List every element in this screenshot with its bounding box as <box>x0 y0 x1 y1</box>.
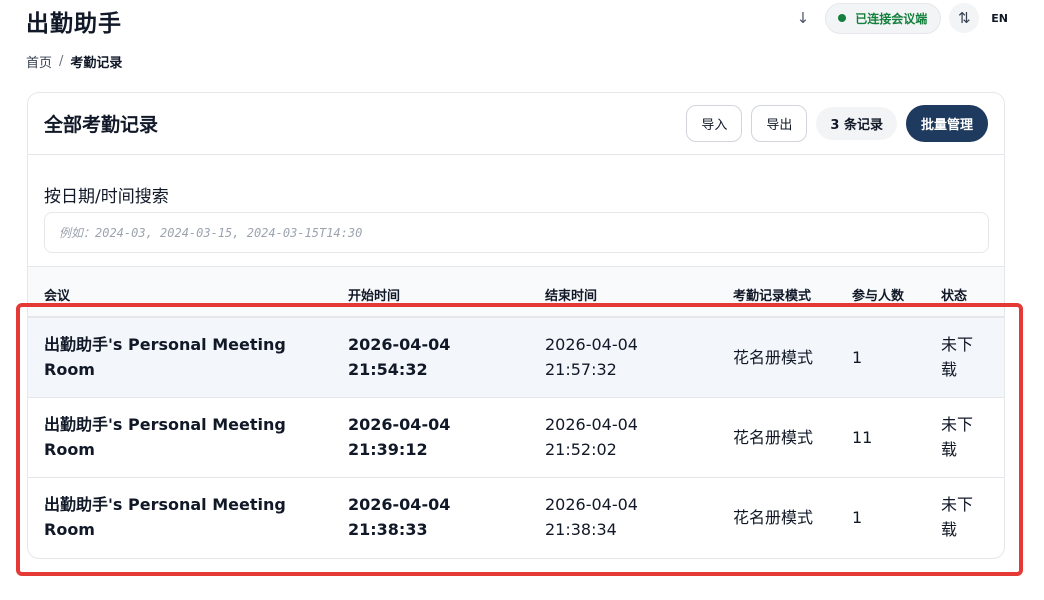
status-line: 载 <box>941 360 958 379</box>
meeting-name-cell: 出勤助手's Personal Meeting Room <box>44 332 294 382</box>
table-row[interactable]: 出勤助手's Personal Meeting Room 2026-04-04 … <box>28 478 1004 558</box>
table-row[interactable]: 出勤助手's Personal Meeting Room 2026-04-04 … <box>28 318 1004 398</box>
status-line: 未下 <box>941 335 974 354</box>
column-header-status[interactable]: 状态 <box>941 285 967 304</box>
participants-cell: 1 <box>852 508 863 527</box>
column-header-start-time[interactable]: 开始时间 <box>348 285 400 304</box>
column-header-meeting[interactable]: 会议 <box>44 285 70 304</box>
breadcrumb: 首页 / 考勤记录 <box>26 52 122 71</box>
table-header: 会议 开始时间 结束时间 考勤记录模式 参与人数 状态 <box>28 266 1004 318</box>
meeting-name-line: Room <box>44 440 95 459</box>
status-cell: 未下 载 <box>941 492 981 542</box>
participants-cell: 11 <box>852 428 873 447</box>
start-date: 2026-04-04 <box>348 495 451 514</box>
breadcrumb-current: 考勤记录 <box>70 56 123 71</box>
meeting-name-line: 出勤助手's Personal Meeting <box>44 415 286 434</box>
meeting-name-line: 出勤助手's Personal Meeting <box>44 335 286 354</box>
card-header: 全部考勤记录 导入 导出 3 条记录 批量管理 <box>28 93 1004 155</box>
date-search-input[interactable] <box>44 212 989 253</box>
end-time: 21:57:32 <box>545 360 617 379</box>
end-time-cell: 2026-04-04 21:38:34 <box>545 492 665 542</box>
column-header-end-time[interactable]: 结束时间 <box>545 285 597 304</box>
status-dot-icon <box>838 14 847 22</box>
top-actions: ↓ 已连接会议端 ⇅ EN <box>797 2 1008 34</box>
meeting-name-line: Room <box>44 360 95 379</box>
status-line: 载 <box>941 440 958 459</box>
end-date: 2026-04-04 <box>545 495 638 514</box>
start-date: 2026-04-04 <box>348 415 451 434</box>
records-card: 全部考勤记录 导入 导出 3 条记录 批量管理 按日期/时间搜索 会议 开始时间… <box>27 92 1005 559</box>
language-toggle-button[interactable]: EN <box>991 12 1008 25</box>
status-line: 未下 <box>941 415 974 434</box>
end-time: 21:38:34 <box>545 520 617 539</box>
start-time-cell: 2026-04-04 21:54:32 <box>348 332 468 382</box>
status-cell: 未下 载 <box>941 332 981 382</box>
batch-manage-button[interactable]: 批量管理 <box>905 105 988 142</box>
connection-status-text: 已连接会议端 <box>855 11 928 26</box>
start-time: 21:54:32 <box>348 360 428 379</box>
mode-cell: 花名册模式 <box>733 428 814 447</box>
mode-cell: 花名册模式 <box>733 348 814 367</box>
mode-cell: 花名册模式 <box>733 508 814 527</box>
table-body: 出勤助手's Personal Meeting Room 2026-04-04 … <box>28 318 1004 558</box>
download-icon[interactable]: ↓ <box>797 9 810 27</box>
start-time-cell: 2026-04-04 21:38:33 <box>348 492 468 542</box>
export-button[interactable]: 导出 <box>751 105 808 142</box>
column-header-mode[interactable]: 考勤记录模式 <box>733 285 811 304</box>
meeting-name-cell: 出勤助手's Personal Meeting Room <box>44 492 294 542</box>
search-label: 按日期/时间搜索 <box>44 187 169 207</box>
end-time-cell: 2026-04-04 21:52:02 <box>545 412 665 462</box>
end-time: 21:52:02 <box>545 440 617 459</box>
start-time-cell: 2026-04-04 21:39:12 <box>348 412 468 462</box>
table-row[interactable]: 出勤助手's Personal Meeting Room 2026-04-04 … <box>28 398 1004 478</box>
start-time: 21:38:33 <box>348 520 428 539</box>
start-time: 21:39:12 <box>348 440 428 459</box>
import-button[interactable]: 导入 <box>686 105 743 142</box>
start-date: 2026-04-04 <box>348 335 451 354</box>
meeting-name-line: Room <box>44 520 95 539</box>
status-line: 载 <box>941 520 958 539</box>
end-time-cell: 2026-04-04 21:57:32 <box>545 332 665 382</box>
status-line: 未下 <box>941 495 974 514</box>
swap-icon[interactable]: ⇅ <box>949 3 980 33</box>
record-count-badge: 3 条记录 <box>816 107 897 140</box>
participants-cell: 1 <box>852 348 863 367</box>
breadcrumb-separator: / <box>59 54 64 69</box>
connection-status-badge: 已连接会议端 <box>825 2 942 34</box>
end-date: 2026-04-04 <box>545 335 638 354</box>
breadcrumb-home-link[interactable]: 首页 <box>26 52 52 71</box>
card-title: 全部考勤记录 <box>44 114 159 136</box>
card-header-actions: 导入 导出 3 条记录 批量管理 <box>677 105 988 142</box>
column-header-participants[interactable]: 参与人数 <box>852 285 904 304</box>
app-title: 出勤助手 <box>26 11 122 37</box>
meeting-name-line: 出勤助手's Personal Meeting <box>44 495 286 514</box>
meeting-name-cell: 出勤助手's Personal Meeting Room <box>44 412 294 462</box>
status-cell: 未下 载 <box>941 412 981 462</box>
end-date: 2026-04-04 <box>545 415 638 434</box>
